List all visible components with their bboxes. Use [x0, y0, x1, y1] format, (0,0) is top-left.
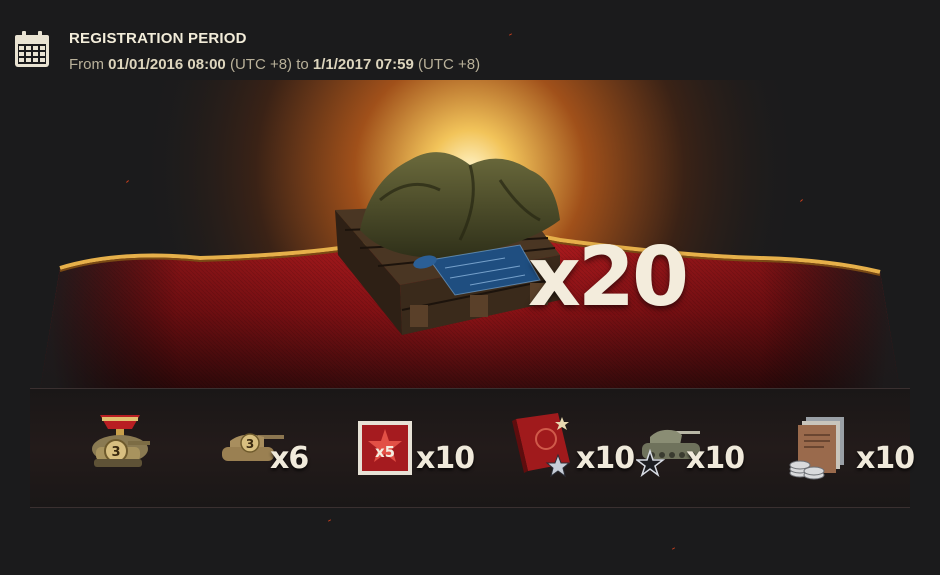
spark	[671, 547, 676, 550]
reward-item: x10	[634, 389, 754, 507]
end-timezone: (UTC +8)	[418, 56, 481, 73]
spark	[327, 519, 332, 522]
banner-background	[0, 80, 940, 390]
reward-item: x10	[784, 389, 915, 507]
manual-book-icon	[512, 413, 571, 478]
registration-header: REGISTRATION PERIOD From 01/01/2016 08:0…	[14, 30, 714, 73]
documents-coins-icon	[789, 417, 844, 480]
end-date: 1/1/2017 07:59	[312, 56, 414, 73]
reward-count: x10	[576, 441, 635, 476]
registration-dates: From 01/01/2016 08:00 (UTC +8) to 1/1/20…	[69, 56, 480, 73]
medal-tier3-tank-icon: 3	[92, 415, 150, 467]
x5-star-booster-icon: x5	[358, 421, 412, 475]
svg-text:3: 3	[111, 445, 120, 460]
reward-count: x10	[856, 441, 915, 476]
to-label: to	[296, 56, 309, 73]
main-reward-banner: x20	[0, 80, 940, 390]
reward-item: 3 x6	[218, 389, 328, 507]
from-label: From	[69, 56, 104, 73]
reward-item: x10	[508, 389, 635, 507]
calendar-icon	[15, 31, 49, 67]
registration-title: REGISTRATION PERIOD	[69, 30, 247, 47]
reward-item: 3	[78, 389, 188, 507]
svg-text:3: 3	[246, 437, 254, 451]
reward-count: x10	[416, 441, 475, 476]
reward-count: x10	[686, 441, 745, 476]
start-date: 01/01/2016 08:00	[108, 56, 226, 73]
main-reward-multiplier: x20	[528, 230, 689, 325]
svg-text:x5: x5	[375, 443, 395, 461]
reward-count: x6	[270, 441, 309, 476]
reward-item: x5 x10	[356, 389, 486, 507]
start-timezone: (UTC +8)	[229, 56, 293, 73]
reward-strip: 3 3 x6 x5 x10 x10 x10 x10	[30, 388, 915, 508]
